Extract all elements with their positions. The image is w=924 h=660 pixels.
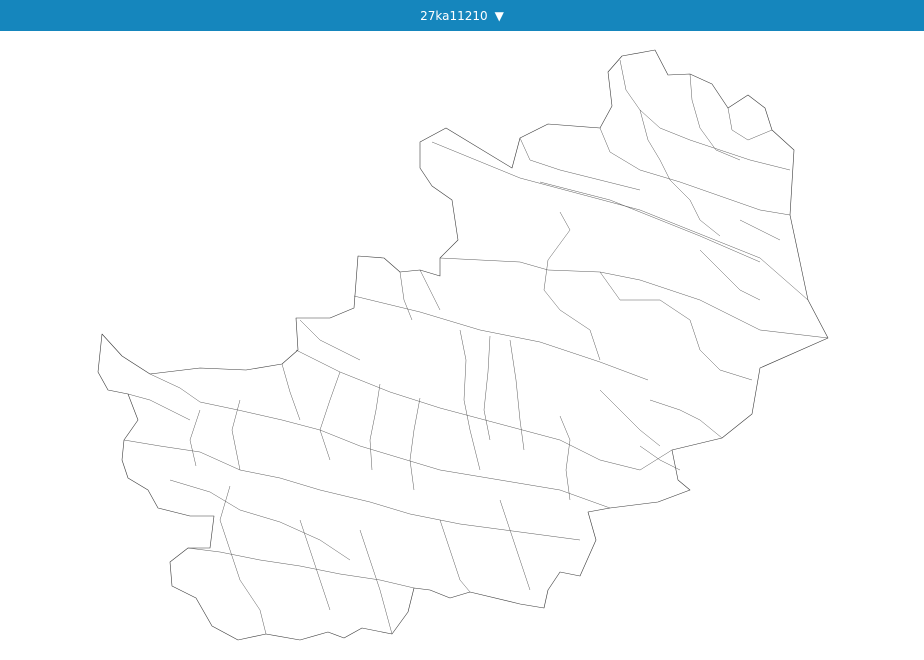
triangle-down-icon: ▼ xyxy=(494,8,504,23)
area-selector-dropdown[interactable]: 27ka11210 ▼ xyxy=(414,7,510,25)
top-bar: 27ka11210 ▼ xyxy=(0,0,924,31)
map-canvas xyxy=(97,49,829,641)
boundary-map[interactable] xyxy=(0,31,924,660)
area-code-label: 27ka11210 xyxy=(420,8,488,23)
